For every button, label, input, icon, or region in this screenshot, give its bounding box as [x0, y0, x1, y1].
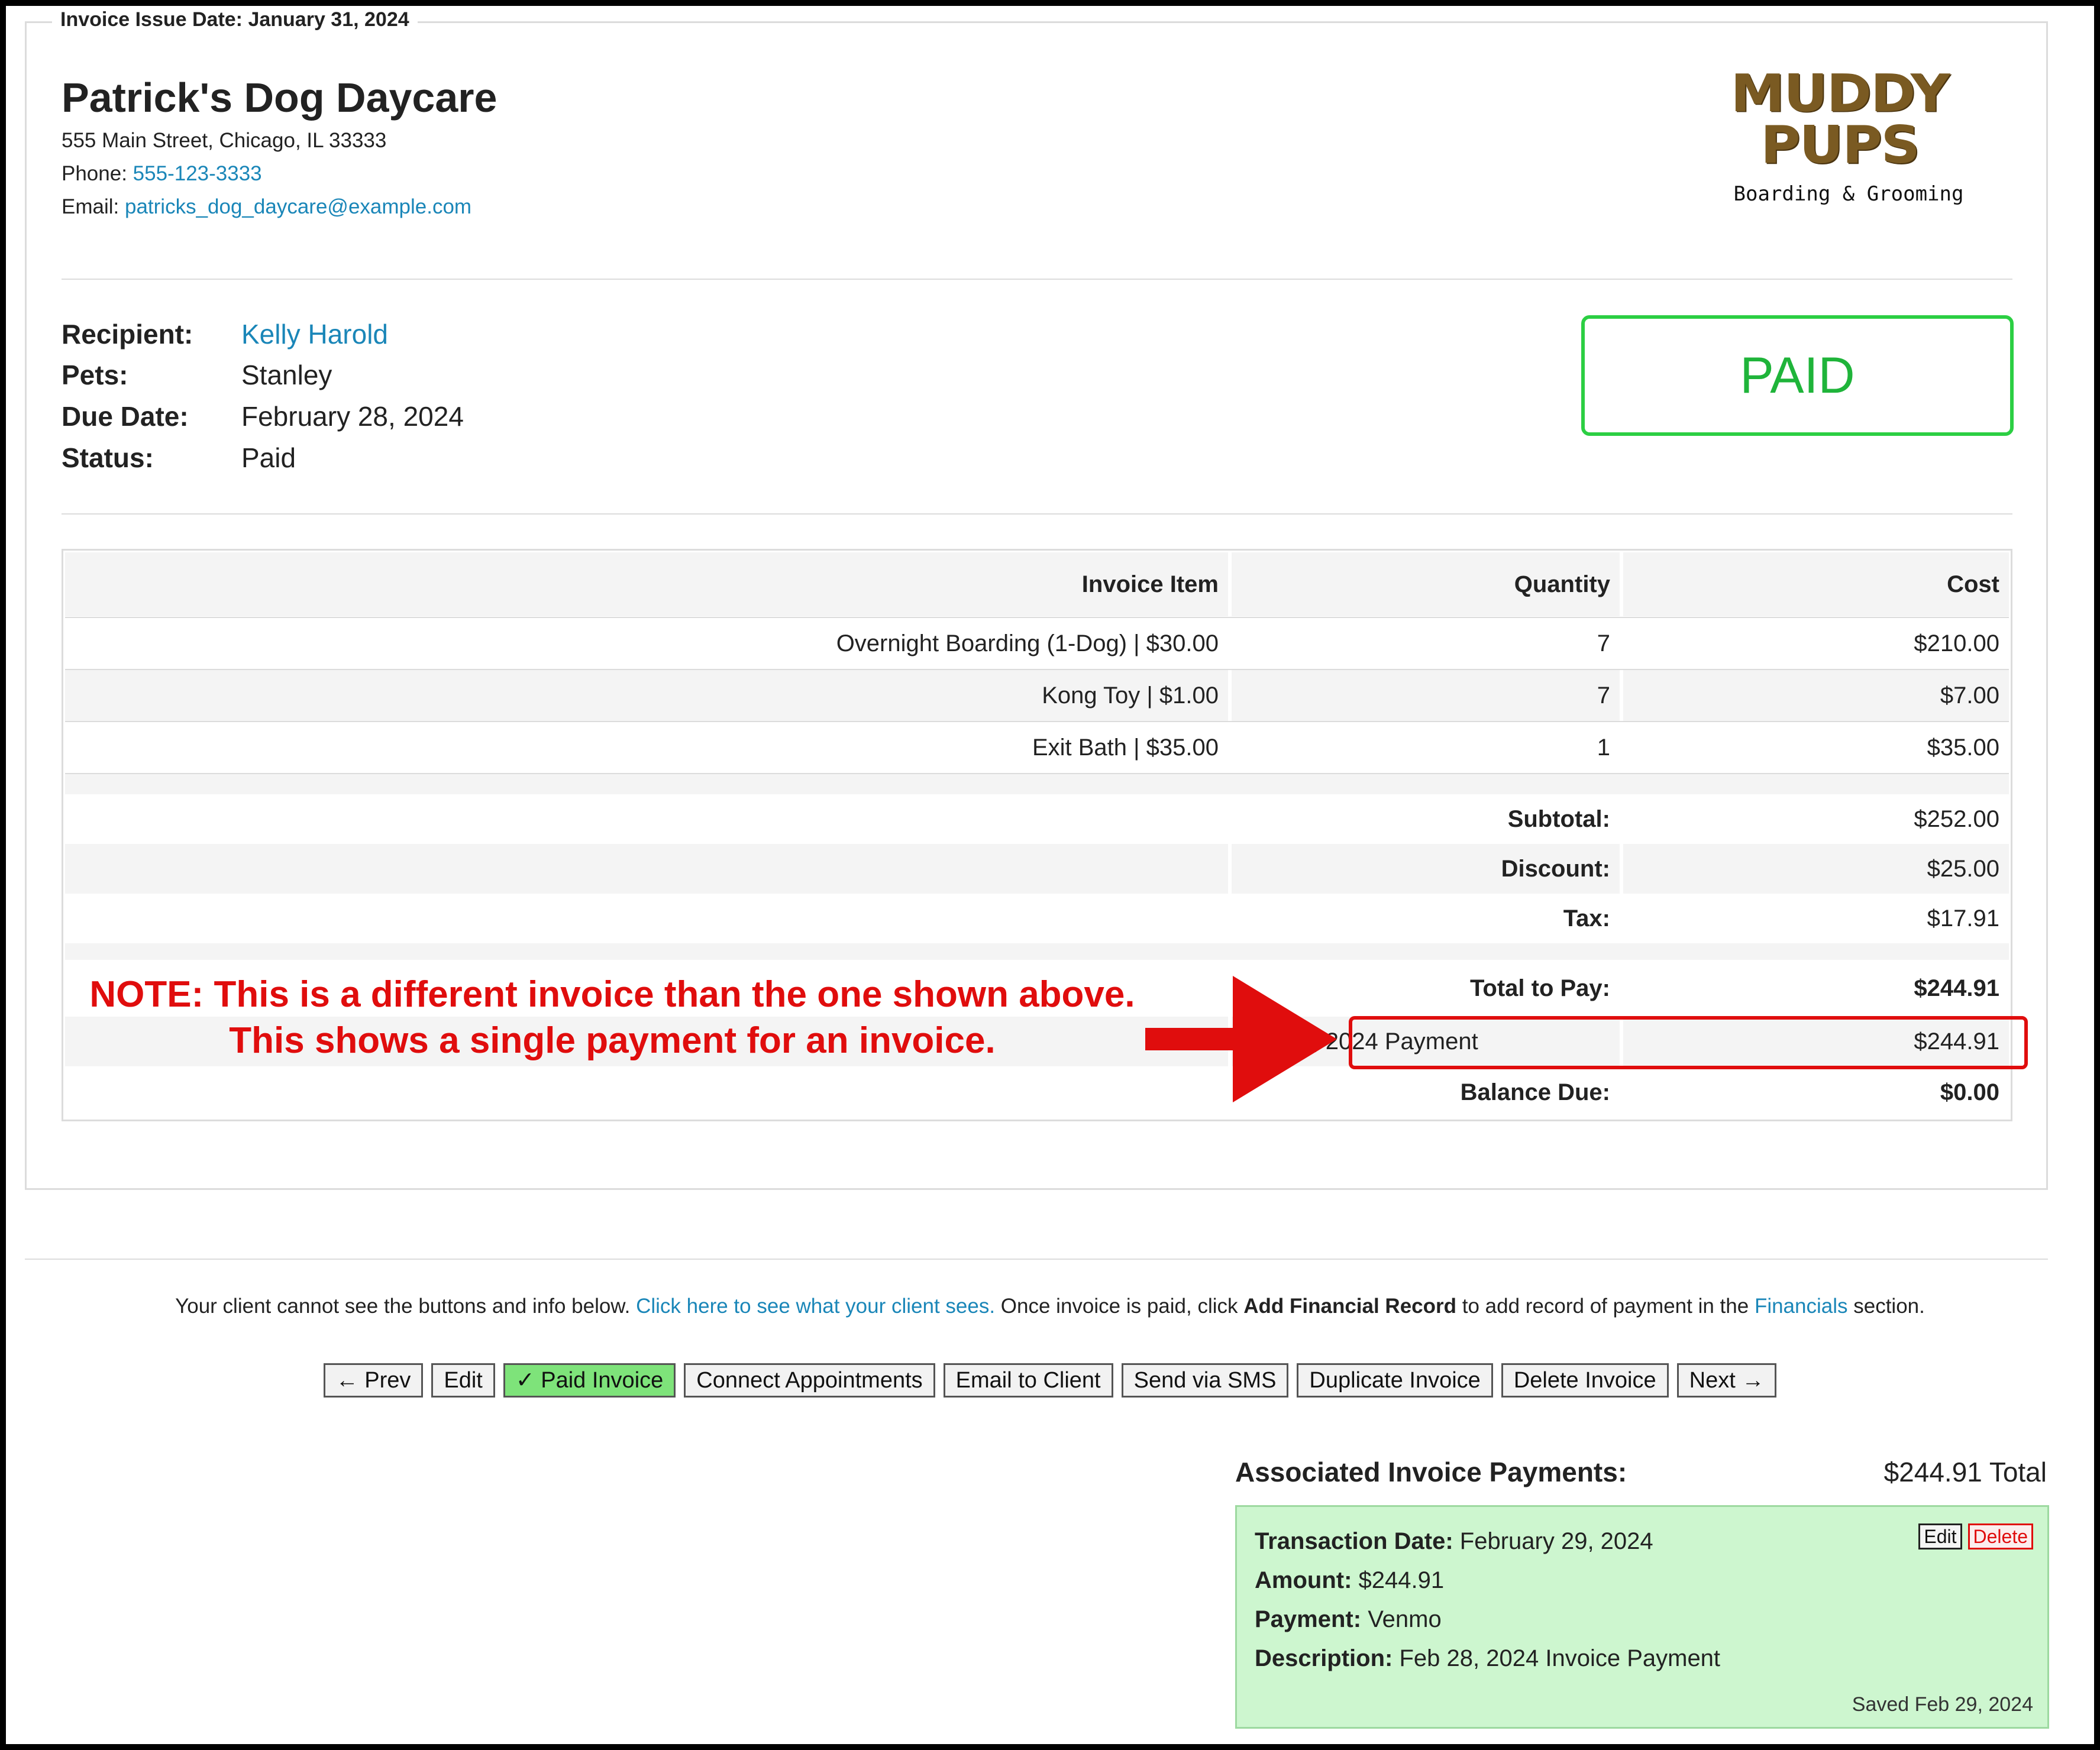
item-name: Exit Bath | $35.00: [1032, 734, 1219, 761]
balance-row: Balance Due: $0.00: [65, 1066, 2009, 1118]
header-cost: Cost: [1623, 552, 2009, 616]
business-name: Patrick's Dog Daycare: [62, 75, 497, 121]
tax-row: Tax: $17.91: [65, 894, 2009, 943]
action-toolbar: ← Prev Edit ✓ Paid Invoice Connect Appoi…: [0, 1363, 2100, 1398]
section-divider: [25, 1259, 2048, 1260]
subtotal-value: $252.00: [1914, 806, 1999, 832]
empty-cell: [65, 844, 1228, 894]
item-cost: $7.00: [1623, 670, 2009, 721]
table-row: Overnight Boarding (1-Dog) | $30.00 7 $2…: [65, 618, 2009, 669]
table-header-row: Invoice Item Quantity Cost: [65, 552, 2009, 616]
saved-timestamp: Saved Feb 29, 2024: [1852, 1693, 2033, 1716]
item-quantity: 7: [1597, 630, 1610, 656]
duplicate-invoice-button[interactable]: Duplicate Invoice: [1297, 1363, 1493, 1398]
balance-value: $0.00: [1940, 1079, 1999, 1105]
description-label: Description:: [1255, 1645, 1393, 1671]
divider: [62, 513, 2012, 515]
status-value: Paid: [241, 442, 296, 473]
phone-label: Phone:: [62, 162, 127, 185]
info-text: Once invoice is paid, click: [995, 1295, 1244, 1318]
annotation-note-line1: NOTE: This is a different invoice than t…: [89, 974, 1135, 1015]
send-sms-button[interactable]: Send via SMS: [1121, 1363, 1289, 1398]
spacer-row: [65, 774, 2009, 794]
discount-label: Discount:: [1232, 844, 1620, 894]
client-view-link[interactable]: Click here to see what your client sees.: [636, 1295, 995, 1318]
delete-invoice-button[interactable]: Delete Invoice: [1501, 1363, 1669, 1398]
next-button[interactable]: Next →: [1676, 1363, 1777, 1398]
associated-payments-title: Associated Invoice Payments:: [1235, 1457, 1627, 1487]
discount-row: Discount: $25.00: [65, 844, 2009, 894]
annotation-note-line2: This shows a single payment for an invoi…: [229, 1020, 996, 1061]
amount-line: Amount: $244.91: [1255, 1567, 1444, 1594]
header-invoice-item: Invoice Item: [65, 552, 1228, 616]
transaction-date-line: Transaction Date: February 29, 2024: [1255, 1528, 1653, 1555]
total-value: $244.91: [1914, 975, 1999, 1001]
payment-method-label: Payment:: [1255, 1606, 1362, 1632]
amount-label: Amount:: [1255, 1567, 1352, 1593]
payment-card: Transaction Date: February 29, 2024 Amou…: [1235, 1505, 2049, 1729]
payment-highlight-box: [1349, 1016, 2028, 1069]
table-row: Exit Bath | $35.00 1 $35.00: [65, 722, 2009, 773]
email-link[interactable]: patricks_dog_daycare@example.com: [125, 195, 471, 218]
business-logo: MUDDY PUPS Boarding & Grooming: [1662, 65, 2017, 206]
prev-button[interactable]: ← Prev: [323, 1363, 424, 1398]
paid-invoice-button[interactable]: ✓ Paid Invoice: [503, 1363, 676, 1398]
due-date-label: Due Date:: [62, 401, 189, 432]
transaction-date-label: Transaction Date:: [1255, 1528, 1453, 1554]
status-label: Status:: [62, 442, 154, 473]
pets-label: Pets:: [62, 360, 128, 390]
item-name: Overnight Boarding (1-Dog) | $30.00: [836, 630, 1219, 656]
subtotal-row: Subtotal: $252.00: [65, 794, 2009, 844]
item-name: Kong Toy | $1.00: [65, 670, 1228, 721]
email-label: Email:: [62, 195, 119, 218]
description-value: Feb 28, 2024 Invoice Payment: [1399, 1645, 1721, 1671]
spacer-row: [65, 943, 2009, 960]
tax-label: Tax:: [1563, 905, 1610, 931]
business-email-line: Email: patricks_dog_daycare@example.com: [62, 195, 471, 219]
item-cost: $210.00: [1914, 630, 1999, 656]
logo-tagline: Boarding & Grooming: [1733, 182, 1964, 206]
info-bold-text: Add Financial Record: [1243, 1295, 1457, 1318]
payment-delete-button[interactable]: Delete: [1967, 1523, 2033, 1550]
table-row: Kong Toy | $1.00 7 $7.00: [65, 670, 2009, 721]
business-phone-line: Phone: 555-123-3333: [62, 162, 262, 186]
recipient-link[interactable]: Kelly Harold: [241, 318, 388, 350]
payment-method-line: Payment: Venmo: [1255, 1606, 1442, 1633]
payment-method-value: Venmo: [1368, 1606, 1442, 1632]
client-visibility-note: Your client cannot see the buttons and i…: [0, 1295, 2100, 1318]
item-quantity: 1: [1597, 734, 1610, 761]
amount-value: $244.91: [1358, 1567, 1445, 1593]
item-cost: $35.00: [1927, 734, 1999, 761]
header-quantity: Quantity: [1232, 552, 1620, 616]
business-address: 555 Main Street, Chicago, IL 33333: [62, 129, 387, 152]
due-date-value: February 28, 2024: [241, 401, 464, 432]
info-text: section.: [1847, 1295, 1925, 1318]
transaction-date-value: February 29, 2024: [1459, 1528, 1653, 1554]
info-text: to add record of payment in the: [1456, 1295, 1755, 1318]
description-line: Description: Feb 28, 2024 Invoice Paymen…: [1255, 1645, 1720, 1672]
pets-value: Stanley: [241, 360, 332, 390]
phone-link[interactable]: 555-123-3333: [133, 162, 262, 185]
paid-stamp: PAID: [1581, 315, 2014, 436]
connect-appointments-button[interactable]: Connect Appointments: [684, 1363, 935, 1398]
card-actions: Edit Delete: [1918, 1523, 2033, 1550]
annotation-arrow-icon: [1145, 976, 1337, 1102]
logo-wordmark: MUDDY PUPS: [1730, 63, 1950, 176]
info-text: Your client cannot see the buttons and i…: [175, 1295, 637, 1318]
associated-payments-total: $244.91 Total: [1883, 1457, 2047, 1487]
email-client-button[interactable]: Email to Client: [943, 1363, 1113, 1398]
divider: [62, 279, 2012, 280]
arrow-shape: [1145, 976, 1337, 1102]
discount-value: $25.00: [1623, 844, 2009, 894]
tax-value: $17.91: [1927, 905, 1999, 931]
edit-button[interactable]: Edit: [431, 1363, 495, 1398]
issue-date-legend: Invoice Issue Date: January 31, 2024: [52, 8, 418, 31]
subtotal-label: Subtotal:: [1507, 806, 1610, 832]
item-quantity: 7: [1232, 670, 1620, 721]
payment-edit-button[interactable]: Edit: [1918, 1523, 1962, 1550]
recipient-label: Recipient:: [62, 319, 193, 350]
financials-link[interactable]: Financials: [1755, 1295, 1848, 1318]
